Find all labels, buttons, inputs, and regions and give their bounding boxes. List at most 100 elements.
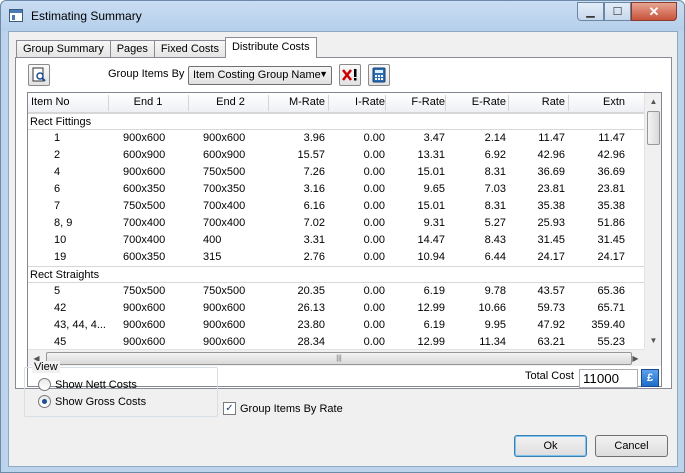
group-row[interactable]: Rect Straights [28, 266, 644, 283]
cell-item-no: 45 [54, 336, 67, 348]
scroll-right-icon[interactable]: ▶ [627, 350, 644, 367]
cell-end-1: 600x900 [123, 149, 166, 161]
cell-f-rate: 12.99 [417, 336, 445, 348]
horizontal-scroll-thumb[interactable]: ||| [46, 352, 632, 365]
vertical-scrollbar[interactable]: ▲ ▼ [644, 93, 661, 349]
calculator-icon [372, 67, 386, 83]
calculator-button[interactable] [368, 64, 390, 86]
table-row[interactable]: 42 900x600 900x600 26.13 0.00 12.99 10.66 59.73… [28, 300, 644, 317]
column-separator[interactable] [108, 95, 109, 111]
table-row[interactable]: 6 600x350 700x350 3.16 0.00 9.65 7.03 23.81 23.8… [28, 181, 644, 198]
cell-m-rate: 3.16 [303, 183, 325, 195]
table-row[interactable]: 19 600x350 315 2.76 0.00 10.94 6.44 24.17 24.17 [28, 249, 644, 266]
cell-i-rate: 0.00 [363, 234, 385, 246]
vertical-scroll-thumb[interactable] [647, 111, 660, 145]
horizontal-scrollbar[interactable]: ◀ ||| ▶ [28, 349, 644, 366]
column-header-f-rate[interactable]: F-Rate [388, 96, 445, 108]
cell-f-rate: 10.94 [417, 251, 445, 263]
clear-grouping-button[interactable] [339, 64, 361, 86]
cell-extn: 11.47 [598, 132, 625, 144]
tab-fixed-costs[interactable]: Fixed Costs [153, 40, 226, 58]
tab-group-summary[interactable]: Group Summary [16, 40, 111, 58]
cell-item-no: 4 [54, 166, 61, 178]
cell-end-2: 750x500 [203, 166, 246, 178]
cell-rate: 35.38 [537, 200, 565, 212]
cell-rate: 25.93 [537, 217, 565, 229]
clear-x-icon [342, 69, 357, 81]
total-cost-input[interactable] [579, 369, 638, 388]
cell-end-1: 700x400 [123, 217, 166, 229]
column-separator[interactable] [508, 95, 509, 111]
cell-f-rate: 12.99 [417, 302, 445, 314]
cell-i-rate: 0.00 [363, 183, 385, 195]
cell-rate: 47.92 [537, 319, 565, 331]
column-separator[interactable] [445, 95, 446, 111]
column-separator[interactable] [268, 95, 269, 111]
cell-end-1: 600x350 [123, 251, 166, 263]
ok-button[interactable]: Ok [514, 435, 587, 457]
column-separator[interactable] [568, 95, 569, 111]
column-header-i-rate[interactable]: I-Rate [328, 96, 385, 108]
maximize-button[interactable]: ☐ [604, 2, 631, 21]
cell-m-rate: 28.34 [297, 336, 325, 348]
column-header-item-no[interactable]: Item No [31, 96, 101, 108]
cancel-button[interactable]: Cancel [595, 435, 668, 457]
column-header-rate[interactable]: Rate [508, 96, 565, 108]
column-separator[interactable] [328, 95, 329, 111]
cell-end-2: 900x600 [203, 336, 246, 348]
cell-e-rate: 6.92 [484, 149, 506, 161]
cell-m-rate: 20.35 [297, 285, 325, 297]
tab-distribute-costs[interactable]: Distribute Costs [224, 37, 317, 58]
cell-item-no: 7 [54, 200, 61, 212]
table-row[interactable]: 4 900x600 750x500 7.26 0.00 15.01 8.31 36.69 36.… [28, 164, 644, 181]
column-header-m-rate[interactable]: M-Rate [268, 96, 325, 108]
cell-extn: 42.96 [597, 149, 625, 161]
table-row[interactable]: 7 750x500 700x400 6.16 0.00 15.01 8.31 35.38 35.… [28, 198, 644, 215]
cell-e-rate: 7.03 [484, 183, 506, 195]
group-row[interactable]: Rect Fittings [28, 113, 644, 130]
cell-extn: 51.86 [597, 217, 625, 229]
title-bar[interactable]: Estimating Summary ▁ ☐ ✕ [1, 1, 684, 31]
cell-item-no: 42 [54, 302, 67, 314]
close-button[interactable]: ✕ [631, 2, 677, 21]
show-gross-costs-option[interactable]: Show Gross Costs [38, 395, 146, 408]
cell-m-rate: 2.76 [303, 251, 325, 263]
column-header-end-2[interactable]: End 2 [193, 96, 268, 108]
cell-end-1: 900x600 [123, 319, 166, 331]
table-row[interactable]: 10 700x400 400 3.31 0.00 14.47 8.43 31.45 31.45 [28, 232, 644, 249]
column-separator[interactable] [385, 95, 386, 111]
cost-grid[interactable]: Item No End 1 End 2 M-Rate I-Rate F-Rate E-Rat… [27, 92, 662, 387]
group-items-by-rate-option[interactable]: ✓ Group Items By Rate [223, 402, 343, 415]
cell-rate: 63.21 [537, 336, 565, 348]
cell-end-2: 400 [203, 234, 222, 246]
group-items-by-select[interactable]: Item Costing Group Name ▼ [188, 66, 332, 85]
group-items-by-rate-checkbox[interactable]: ✓ [223, 402, 236, 415]
show-nett-costs-radio[interactable] [38, 378, 51, 391]
table-row[interactable]: 5 750x500 750x500 20.35 0.00 6.19 9.78 43.57 65.… [28, 283, 644, 300]
column-separator[interactable] [188, 95, 189, 111]
tab-pages[interactable]: Pages [109, 40, 155, 58]
cell-item-no: 19 [54, 251, 67, 263]
cell-i-rate: 0.00 [363, 149, 385, 161]
currency-button[interactable]: £ [641, 369, 659, 387]
cell-end-2: 900x600 [203, 132, 246, 144]
table-row[interactable]: 2 600x900 600x900 15.57 0.00 13.31 6.92 42.96 42… [28, 147, 644, 164]
print-preview-button[interactable] [28, 64, 50, 86]
scroll-down-icon[interactable]: ▼ [645, 332, 661, 349]
table-row[interactable]: 45 900x600 900x600 28.34 0.00 12.99 11.34 63.21… [28, 334, 644, 349]
column-header-e-rate[interactable]: E-Rate [448, 96, 506, 108]
show-gross-costs-radio[interactable] [38, 395, 51, 408]
table-row[interactable]: 8, 9 700x400 700x400 7.02 0.00 9.31 5.27 25.93 5… [28, 215, 644, 232]
table-row[interactable]: 1 900x600 900x600 3.96 0.00 3.47 2.14 11.47 11.4… [28, 130, 644, 147]
column-header-end-1[interactable]: End 1 [103, 96, 193, 108]
cell-m-rate: 23.80 [297, 319, 325, 331]
cell-end-1: 750x500 [123, 200, 166, 212]
group-items-by-value: Item Costing Group Name [193, 69, 321, 81]
cell-rate: 11.47 [538, 132, 565, 144]
scroll-up-icon[interactable]: ▲ [645, 93, 661, 110]
column-header-extn[interactable]: Extn [568, 96, 625, 108]
minimize-button[interactable]: ▁ [577, 2, 604, 21]
cell-e-rate: 8.31 [484, 166, 506, 178]
show-nett-costs-option[interactable]: Show Nett Costs [38, 378, 137, 391]
table-row[interactable]: 43, 44, 4... 900x600 900x600 23.80 0.00 6.19 9… [28, 317, 644, 334]
